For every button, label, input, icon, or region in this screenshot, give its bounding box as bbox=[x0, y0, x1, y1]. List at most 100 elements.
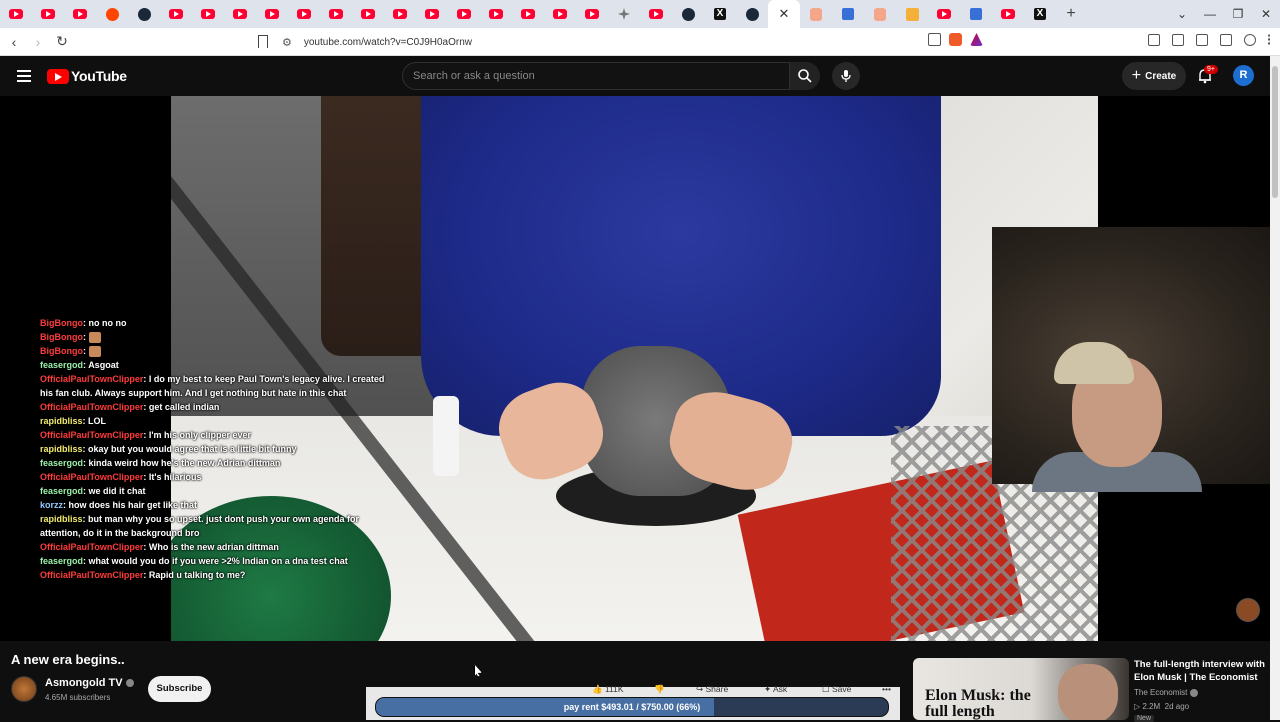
menu-icon[interactable] bbox=[1268, 34, 1272, 46]
browser-tab[interactable] bbox=[448, 0, 480, 28]
chat-username: OfficialPaulTownClipper bbox=[40, 430, 144, 440]
browser-tab[interactable] bbox=[128, 0, 160, 28]
close-window-button[interactable]: ✕ bbox=[1252, 7, 1280, 21]
browser-tab[interactable] bbox=[32, 0, 64, 28]
browser-tab[interactable] bbox=[544, 0, 576, 28]
media-icon[interactable] bbox=[1148, 34, 1160, 46]
site-info-icon[interactable]: ⚙ bbox=[282, 36, 292, 49]
recommended-channel-name[interactable]: The Economist bbox=[1134, 688, 1187, 697]
create-button[interactable]: + Create bbox=[1122, 62, 1186, 90]
new-tab-button[interactable]: + bbox=[1056, 5, 1086, 23]
yt-favicon-icon bbox=[73, 9, 87, 19]
browser-tab[interactable] bbox=[928, 0, 960, 28]
browser-tab[interactable] bbox=[256, 0, 288, 28]
subscribe-button[interactable]: Subscribe bbox=[148, 676, 211, 702]
save-button[interactable]: ☐ Save bbox=[822, 684, 851, 694]
tab-search-icon[interactable]: ⌄ bbox=[1168, 7, 1196, 21]
forward-icon[interactable]: › bbox=[28, 34, 48, 50]
browser-tab[interactable] bbox=[288, 0, 320, 28]
browser-tab[interactable] bbox=[352, 0, 384, 28]
maximize-button[interactable]: ❐ bbox=[1224, 7, 1252, 21]
chat-text: kinda weird how he's the new Adrian ditt… bbox=[88, 458, 281, 468]
recommended-channel[interactable]: The Economist bbox=[1134, 688, 1199, 697]
wallet-icon[interactable] bbox=[1196, 34, 1208, 46]
search-button[interactable] bbox=[790, 62, 820, 90]
browser-tab[interactable] bbox=[800, 0, 832, 28]
sparkle-icon: ✦ bbox=[764, 684, 774, 694]
recommended-video-thumbnail[interactable]: Elon Musk: the full length bbox=[913, 658, 1129, 720]
account-avatar[interactable]: R bbox=[1233, 65, 1254, 86]
x-favicon-icon: X bbox=[1034, 8, 1046, 20]
browser-tab[interactable] bbox=[832, 0, 864, 28]
browser-tab[interactable] bbox=[608, 0, 640, 28]
browser-tab[interactable] bbox=[992, 0, 1024, 28]
thumbnail-face bbox=[1058, 664, 1118, 720]
browser-tab[interactable] bbox=[224, 0, 256, 28]
recommended-video-title[interactable]: The full-length interview with Elon Musk… bbox=[1134, 658, 1274, 684]
reload-icon[interactable]: ↻ bbox=[52, 33, 72, 50]
channel-avatar[interactable] bbox=[11, 676, 37, 702]
more-actions-icon[interactable]: ••• bbox=[882, 684, 891, 694]
chat-username: korzz bbox=[40, 500, 64, 510]
browser-tab[interactable] bbox=[384, 0, 416, 28]
verified-icon bbox=[125, 679, 134, 688]
video-player[interactable]: BigBongo: no no no BigBongo: BigBongo: fe… bbox=[0, 96, 1270, 641]
scrollbar-thumb[interactable] bbox=[1272, 66, 1278, 198]
browser-tab[interactable] bbox=[896, 0, 928, 28]
menu-hamburger-icon[interactable] bbox=[17, 70, 31, 82]
ask-button[interactable]: ✦ Ask bbox=[764, 684, 788, 694]
steam-favicon-icon bbox=[137, 7, 151, 21]
browser-tab[interactable] bbox=[640, 0, 672, 28]
channel-watermark[interactable] bbox=[1236, 598, 1260, 622]
channel-name-text[interactable]: Asmongold TV bbox=[45, 677, 123, 689]
close-tab-icon[interactable]: ✕ bbox=[779, 6, 790, 22]
browser-tab[interactable] bbox=[512, 0, 544, 28]
ask-label: Ask bbox=[773, 684, 788, 694]
chat-username: BigBongo bbox=[40, 318, 83, 328]
chat-message: OfficialPaulTownClipper: Who is the new … bbox=[40, 542, 279, 552]
dislike-icon[interactable]: 👎 bbox=[654, 684, 665, 694]
minimize-button[interactable]: — bbox=[1196, 7, 1224, 21]
streamer-webcam bbox=[992, 227, 1270, 492]
brave-favicon-icon bbox=[810, 7, 822, 21]
brave-shield-icon[interactable] bbox=[949, 33, 962, 46]
youtube-logo[interactable]: YouTube bbox=[47, 68, 127, 84]
channel-name[interactable]: Asmongold TV bbox=[45, 677, 134, 689]
voice-search-button[interactable] bbox=[832, 62, 860, 90]
browser-tab[interactable]: X bbox=[704, 0, 736, 28]
browser-tab[interactable] bbox=[736, 0, 768, 28]
back-icon[interactable]: ‹ bbox=[4, 34, 24, 50]
like-button[interactable]: 👍 111K bbox=[592, 684, 624, 694]
browser-tab[interactable] bbox=[864, 0, 896, 28]
yt-favicon-icon bbox=[553, 9, 567, 19]
browser-tab[interactable] bbox=[672, 0, 704, 28]
browser-tab[interactable] bbox=[192, 0, 224, 28]
chat-text: I'm his only clipper ever bbox=[148, 430, 252, 440]
sidebar-icon[interactable] bbox=[1172, 34, 1184, 46]
browser-tab[interactable] bbox=[96, 0, 128, 28]
browser-tab[interactable] bbox=[160, 0, 192, 28]
chat-text: Who is the new adrian dittman bbox=[148, 542, 279, 552]
browser-tab[interactable]: X bbox=[1024, 0, 1056, 28]
search-input[interactable] bbox=[413, 70, 773, 82]
browser-tab[interactable] bbox=[480, 0, 512, 28]
yt-favicon-icon bbox=[169, 9, 183, 19]
x-favicon-icon: X bbox=[714, 8, 726, 20]
browser-tab[interactable] bbox=[0, 0, 32, 28]
extensions-icon[interactable] bbox=[1220, 34, 1232, 46]
chat-username: feasergod bbox=[40, 486, 84, 496]
donation-goal-bar: pay rent $493.01 / $750.00 (66%) bbox=[375, 697, 889, 717]
browser-tab-active[interactable]: ✕ bbox=[768, 0, 800, 28]
browser-tab[interactable] bbox=[64, 0, 96, 28]
browser-tab[interactable] bbox=[320, 0, 352, 28]
url-field[interactable]: ⚙ youtube.com/watch?v=C0J9H0aOrnw bbox=[256, 31, 1001, 53]
rewards-icon[interactable] bbox=[970, 33, 983, 46]
share-button[interactable]: ↪ Share bbox=[696, 684, 728, 694]
vpn-icon[interactable] bbox=[1244, 34, 1256, 46]
browser-tab[interactable] bbox=[576, 0, 608, 28]
browser-tab[interactable] bbox=[960, 0, 992, 28]
donation-goal-text: pay rent $493.01 / $750.00 (66%) bbox=[563, 702, 701, 712]
new-badge: New bbox=[1134, 715, 1155, 722]
browser-tab[interactable] bbox=[416, 0, 448, 28]
cast-icon[interactable] bbox=[928, 33, 941, 46]
